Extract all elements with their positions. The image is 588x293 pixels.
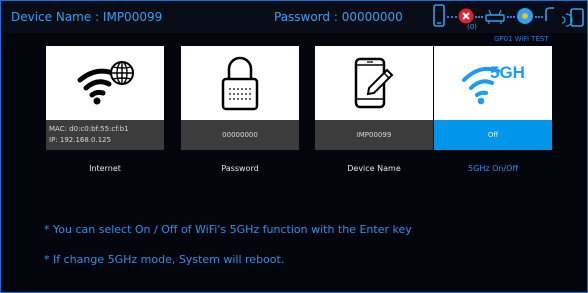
password-value-bar: 00000000 [181, 120, 299, 150]
error-count: (0) [467, 23, 477, 31]
5ghz-card[interactable]: 5GHz Off [434, 46, 552, 150]
phone-icon [433, 4, 445, 27]
wifi-5ghz-icon: 5GHz [462, 63, 526, 105]
cloud-icon [545, 7, 584, 27]
device-name-value-bar: IMP00099 [315, 120, 433, 150]
wifi-globe-icon [77, 61, 134, 105]
screen-frame: Device Name : IMP00099 Password : 000000… [0, 0, 588, 293]
mac-address: MAC: d0:c0:bf:55:cf:b1 [49, 125, 129, 133]
5ghz-badge: 5GHz [490, 63, 526, 82]
note-5ghz-reboot: * If change 5GHz mode, System will reboo… [44, 253, 285, 266]
internet-card[interactable]: MAC: d0:c0:bf:55:cf:b1 IP: 192.168.0.125 [46, 46, 164, 150]
lock-icon [221, 56, 259, 111]
internet-info-bar: MAC: d0:c0:bf:55:cf:b1 IP: 192.168.0.125 [46, 120, 164, 150]
connection-line [507, 16, 515, 18]
5ghz-toggle-bar[interactable]: Off [434, 120, 552, 150]
device-name-card[interactable]: IMP00099 [315, 46, 433, 150]
router-icon [485, 9, 505, 24]
device-name-caption: Device Name [347, 164, 401, 173]
connection-line [475, 16, 483, 18]
ip-address: IP: 192.168.0.125 [49, 136, 112, 144]
5ghz-caption: 5GHz On/Off [468, 164, 518, 173]
device-name-header: Device Name : IMP00099 [11, 10, 163, 24]
connection-line [535, 16, 543, 18]
wifi-signal-icon [517, 8, 533, 24]
note-5ghz-select: * You can select On / Off of WiFi's 5GHz… [44, 223, 412, 236]
connection-line [447, 16, 457, 18]
wifi-test-label: GP01 WiFi TEST [494, 35, 549, 43]
top-status-bar: Device Name : IMP00099 Password : 000000… [1, 1, 587, 33]
phone-edit-icon [354, 57, 394, 109]
password-card[interactable]: 00000000 [181, 46, 299, 150]
internet-caption: Internet [89, 164, 121, 173]
password-header: Password : 00000000 [274, 10, 403, 24]
error-x-icon [458, 8, 474, 24]
password-caption: Password [221, 164, 259, 173]
